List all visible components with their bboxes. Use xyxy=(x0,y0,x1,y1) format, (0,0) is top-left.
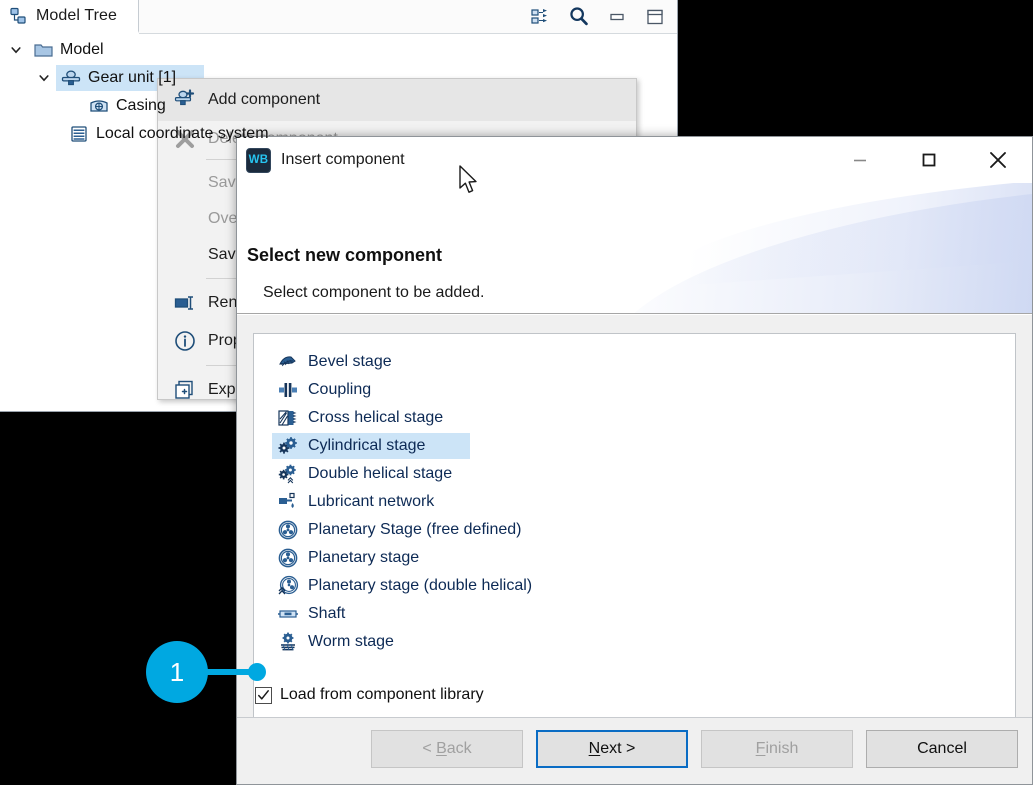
add-component-icon xyxy=(168,87,202,113)
list-item-label: Coupling xyxy=(308,381,371,399)
list-item-label: Shaft xyxy=(308,605,345,623)
list-item[interactable]: Double helical stage xyxy=(254,460,1015,488)
list-item[interactable]: Lubricant network xyxy=(254,488,1015,516)
dialog-title: Insert component xyxy=(281,151,405,169)
list-item[interactable]: Shaft xyxy=(254,600,1015,628)
shaft-icon xyxy=(276,602,300,626)
callout-1: 1 xyxy=(146,641,266,703)
dialog-title-group: WB Insert component xyxy=(237,148,405,173)
menu-item-add-component[interactable]: Add component xyxy=(158,79,636,121)
dialog-header: Select new component Select component to… xyxy=(237,183,1032,313)
finish-button: Finish xyxy=(701,730,853,768)
load-from-component-library-row[interactable]: Load from component library xyxy=(255,686,484,704)
tree-node-label: Casing xyxy=(116,97,166,115)
model-tree-icon xyxy=(9,6,29,26)
dialog-body: Bevel stage Coupling xyxy=(237,315,1032,718)
list-item-label: Planetary Stage (free defined) xyxy=(308,521,521,539)
cancel-button[interactable]: Cancel xyxy=(866,730,1018,768)
collapse-tree-icon[interactable] xyxy=(529,5,553,29)
tab-model-tree[interactable]: Model Tree xyxy=(0,0,139,33)
tree-node-label: Local coordinate system xyxy=(96,125,269,143)
dialog-heading: Select new component xyxy=(247,245,442,266)
screenshot-root: Model Tree xyxy=(0,0,1033,785)
minimize-icon[interactable] xyxy=(825,137,894,183)
back-button-label: < Back xyxy=(422,740,471,758)
planetary-stage-free-icon xyxy=(276,518,300,542)
mouse-cursor xyxy=(458,165,484,197)
list-item-label: Worm stage xyxy=(308,633,394,651)
gear-unit-icon xyxy=(60,67,82,89)
list-item-label: Lubricant network xyxy=(308,493,434,511)
blank-icon xyxy=(168,170,202,196)
double-helical-stage-icon xyxy=(276,462,300,486)
maximize-icon[interactable] xyxy=(643,5,667,29)
list-item[interactable]: Cylindrical stage xyxy=(254,432,1015,460)
export-icon xyxy=(168,377,202,403)
list-item[interactable]: Coupling xyxy=(254,376,1015,404)
minimize-icon[interactable] xyxy=(605,5,629,29)
tree-node-label: Gear unit [1] xyxy=(88,69,176,87)
list-item-label: Cross helical stage xyxy=(308,409,443,427)
list-item[interactable]: Planetary stage (double helical) xyxy=(254,572,1015,600)
list-item[interactable]: Cross helical stage xyxy=(254,404,1015,432)
info-icon xyxy=(168,328,202,354)
coupling-icon xyxy=(276,378,300,402)
list-item-label: Planetary stage xyxy=(308,549,419,567)
window-controls xyxy=(825,137,1032,183)
cancel-button-label: Cancel xyxy=(917,740,967,758)
bevel-stage-icon xyxy=(276,350,300,374)
list-item-label: Planetary stage (double helical) xyxy=(308,577,532,595)
tree-node-label: Model xyxy=(60,41,104,59)
worm-stage-icon xyxy=(276,630,300,654)
list-item-label: Cylindrical stage xyxy=(308,437,425,455)
list-item[interactable]: Worm stage xyxy=(254,628,1015,656)
dialog-subheading: Select component to be added. xyxy=(263,284,485,302)
blank-icon xyxy=(168,242,202,268)
insert-component-dialog: WB Insert component Select new component… xyxy=(236,136,1033,785)
planetary-stage-icon xyxy=(276,546,300,570)
button-row: < Back Next > Finish Cancel xyxy=(371,730,1018,768)
checkbox-label: Load from component library xyxy=(280,686,484,704)
back-button: < Back xyxy=(371,730,523,768)
next-button[interactable]: Next > xyxy=(536,730,688,768)
callout-endpoint xyxy=(248,663,266,681)
tab-label: Model Tree xyxy=(36,7,117,25)
app-logo-icon: WB xyxy=(246,148,271,173)
cylindrical-stage-icon xyxy=(276,434,300,458)
casing-icon xyxy=(88,95,110,117)
list-item[interactable]: Planetary Stage (free defined) xyxy=(254,516,1015,544)
list-item[interactable]: Planetary stage xyxy=(254,544,1015,572)
cross-helical-stage-icon xyxy=(276,406,300,430)
blank-icon xyxy=(168,206,202,232)
maximize-icon[interactable] xyxy=(894,137,963,183)
list-item-label: Bevel stage xyxy=(308,353,392,371)
callout-badge: 1 xyxy=(146,641,208,703)
coordinate-system-icon xyxy=(68,123,90,145)
finish-button-label: Finish xyxy=(756,740,799,758)
planetary-stage-double-helical-icon xyxy=(276,574,300,598)
list-item-label: Double helical stage xyxy=(308,465,452,483)
callout-connector xyxy=(206,669,252,675)
search-icon[interactable] xyxy=(567,5,591,29)
next-button-label: Next > xyxy=(589,740,636,758)
menu-item-label: Add component xyxy=(208,91,320,109)
model-tree-toolbar xyxy=(529,3,667,31)
chevron-down-icon[interactable] xyxy=(10,44,32,56)
list-item[interactable]: Bevel stage xyxy=(254,348,1015,376)
component-list[interactable]: Bevel stage Coupling xyxy=(253,333,1016,772)
close-icon[interactable] xyxy=(963,137,1032,183)
lubricant-network-icon xyxy=(276,490,300,514)
folder-icon xyxy=(32,39,54,61)
dialog-footer: < Back Next > Finish Cancel xyxy=(237,717,1032,784)
rename-icon xyxy=(168,290,202,316)
dialog-titlebar: WB Insert component xyxy=(237,137,1032,183)
tree-node-model[interactable]: Model xyxy=(0,36,678,64)
chevron-down-icon[interactable] xyxy=(38,72,60,84)
